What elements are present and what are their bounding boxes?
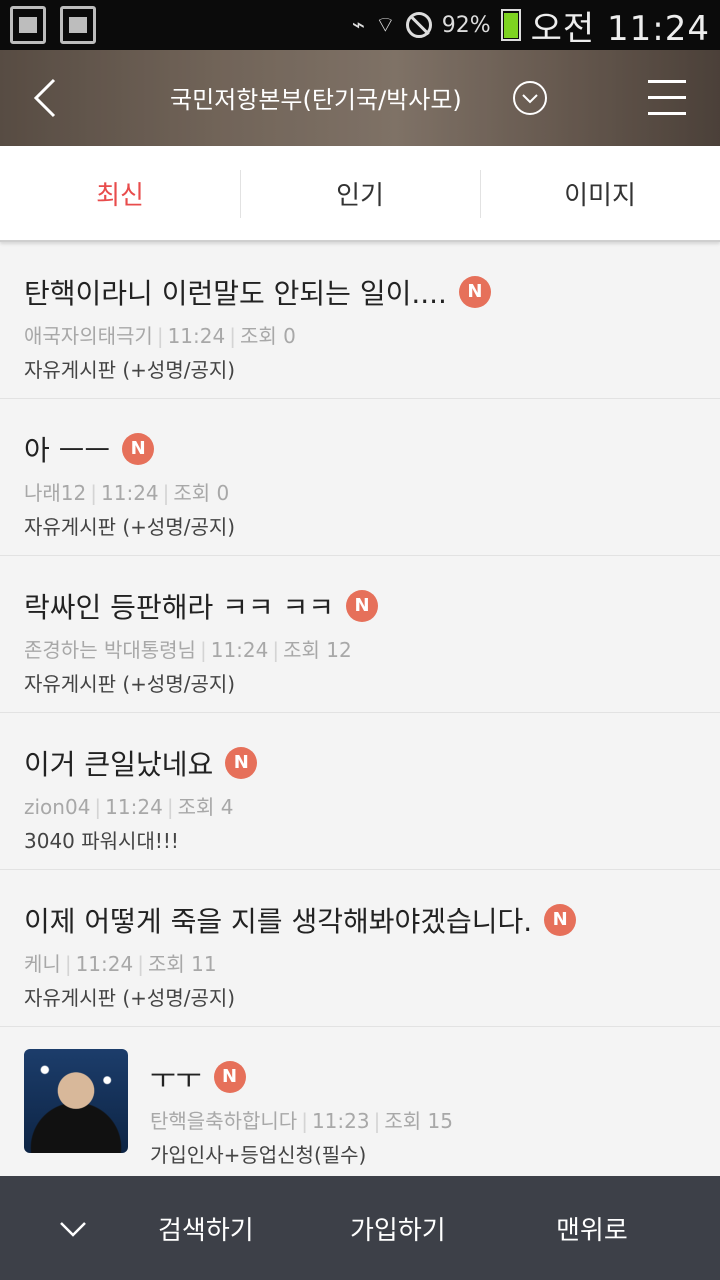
post-board: 3040 파워시대!!! [24, 829, 179, 853]
list-item[interactable]: 이거 큰일났네요 N zion04 | 11:24 | 조회 4 3040 파워시대!!… [0, 713, 720, 870]
list-item[interactable]: 락싸인 등판해라 ㅋㅋ ㅋㅋ N 존경하는 박대통령님 | 11:24 | 조회 12 … [0, 556, 720, 713]
search-button[interactable]: 검색하기 [158, 1210, 254, 1247]
post-title: 이거 큰일났네요 [24, 748, 214, 781]
battery-icon [500, 9, 521, 41]
bottom-bar: 검색하기 가입하기 맨위로 [0, 1176, 720, 1280]
post-board: 자유게시판 (+성명/공지) [24, 515, 236, 539]
wifi-icon: ⌔ [375, 13, 396, 38]
tab-bar: 최신 인기 이미지 [0, 146, 720, 242]
post-board: 자유게시판 (+성명/공지) [24, 986, 236, 1010]
cafe-title[interactable]: 국민저항본부(탄기국/박사모) [170, 80, 462, 115]
cafe-dropdown-button[interactable] [512, 80, 548, 116]
post-title: 아 ㅡㅡ [24, 434, 111, 467]
do-not-disturb-icon [405, 12, 432, 38]
post-board: 자유게시판 (+성명/공지) [24, 358, 236, 382]
post-list: 탄핵이라니 이런말도 안되는 일이.... N 애국자의태극기 | 11:24 | 조회… [0, 242, 720, 1176]
new-badge: N [346, 590, 379, 622]
list-item[interactable]: ㅜㅜ N 탄핵을축하합니다 | 11:23 | 조회 15 가입인사+등업신청(필수) [0, 1027, 720, 1176]
list-item[interactable]: 아 ㅡㅡ N 나래12 | 11:24 | 조회 0 자유게시판 (+성명/공지) [0, 399, 720, 556]
post-title: ㅜㅜ [150, 1062, 202, 1095]
post-title: 락싸인 등판해라 ㅋㅋ ㅋㅋ [24, 591, 335, 624]
new-badge: N [225, 747, 258, 779]
gallery-icon [60, 6, 96, 44]
hamburger-menu-icon[interactable] [648, 80, 686, 116]
tab-images[interactable]: 이미지 [480, 146, 720, 240]
back-arrow-icon [33, 78, 56, 118]
chevron-down-circle-icon [513, 81, 547, 115]
cafe-header: 국민저항본부(탄기국/박사모) [0, 50, 720, 146]
post-views: 조회 12 [283, 638, 352, 662]
tab-popular[interactable]: 인기 [240, 146, 480, 240]
post-views: 조회 4 [177, 795, 234, 819]
sim-card-icon [10, 6, 46, 44]
post-meta: 케니 | 11:24 | 조회 11 [24, 952, 217, 976]
scroll-top-button[interactable]: 맨위로 [556, 1210, 628, 1247]
post-time: 11:24 [105, 795, 163, 819]
post-title: 탄핵이라니 이런말도 안되는 일이.... [24, 277, 447, 310]
tab-latest[interactable]: 최신 [0, 146, 240, 240]
chevron-down-icon [60, 1222, 86, 1237]
post-meta: 나래12 | 11:24 | 조회 0 [24, 481, 230, 505]
post-time: 11:24 [167, 324, 226, 348]
join-button[interactable]: 가입하기 [350, 1210, 446, 1247]
post-title: 이제 어떻게 죽을 지를 생각해봐야겠습니다. [24, 905, 533, 938]
post-thumbnail[interactable] [24, 1049, 128, 1153]
post-time: 11:24 [210, 638, 269, 662]
post-author: zion04 [24, 795, 91, 819]
new-badge: N [544, 904, 577, 936]
post-author: 케니 [24, 952, 61, 976]
post-meta: 존경하는 박대통령님 | 11:24 | 조회 12 [24, 638, 352, 662]
post-time: 11:23 [311, 1109, 370, 1133]
clock: 오전 11:24 [530, 8, 710, 49]
post-meta: 애국자의태극기 | 11:24 | 조회 0 [24, 324, 296, 348]
post-time: 11:24 [101, 481, 159, 505]
post-views: 조회 15 [384, 1109, 453, 1133]
post-views: 조회 11 [147, 952, 217, 976]
post-author: 나래12 [24, 481, 87, 505]
new-badge: N [122, 433, 155, 465]
list-item[interactable]: 이제 어떻게 죽을 지를 생각해봐야겠습니다. N 케니 | 11:24 | 조회 11… [0, 870, 720, 1027]
post-author: 존경하는 박대통령님 [24, 638, 196, 662]
mute-icon: ⌁ [351, 12, 366, 38]
post-board: 가입인사+등업신청(필수) [150, 1143, 367, 1167]
post-views: 조회 0 [173, 481, 230, 505]
list-item[interactable]: 탄핵이라니 이런말도 안되는 일이.... N 애국자의태극기 | 11:24 | 조회… [0, 242, 720, 399]
status-bar: ⌁ ⌔ 92% 오전 11:24 [0, 0, 720, 50]
post-board: 자유게시판 (+성명/공지) [24, 672, 236, 696]
post-meta: 탄핵을축하합니다 | 11:23 | 조회 15 [150, 1109, 453, 1133]
battery-percent: 92% [441, 12, 491, 38]
post-views: 조회 0 [239, 324, 296, 348]
post-author: 애국자의태극기 [24, 324, 153, 348]
back-button[interactable] [26, 76, 70, 120]
post-author: 탄핵을축하합니다 [150, 1109, 298, 1133]
collapse-button[interactable] [58, 1214, 88, 1244]
new-badge: N [213, 1061, 246, 1093]
post-meta: zion04 | 11:24 | 조회 4 [24, 795, 234, 819]
post-time: 11:24 [75, 952, 134, 976]
new-badge: N [458, 276, 491, 308]
